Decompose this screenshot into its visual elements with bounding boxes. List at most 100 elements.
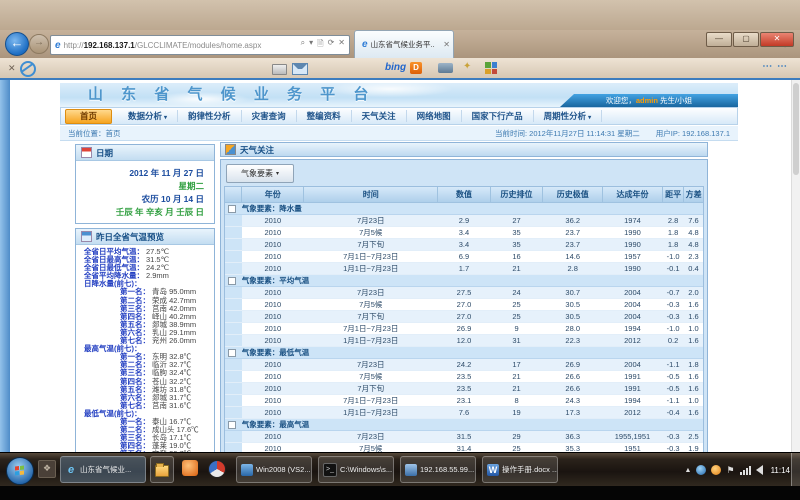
tray-clock[interactable]: 11:14: [771, 466, 790, 475]
table-cell: 0.2: [662, 335, 684, 347]
search-badge-icon[interactable]: D: [410, 62, 422, 74]
bing-logo[interactable]: bing: [385, 62, 406, 73]
row-indent-cell: [225, 215, 242, 227]
nav-item-7[interactable]: 网络地图: [407, 110, 462, 122]
pinned-media-icon[interactable]: [182, 460, 198, 476]
forward-button[interactable]: →: [29, 34, 49, 54]
nav-item-2[interactable]: 数据分析▾: [118, 110, 178, 122]
card-icon[interactable]: [272, 64, 287, 75]
table-row[interactable]: 20101月1日~7月23日1.7212.81990-0.10.4: [225, 263, 703, 275]
table-cell: 1994: [603, 323, 663, 335]
table-row[interactable]: 20101月1日~7月23日12.03122.320120.21.6: [225, 335, 703, 347]
nav-item-9[interactable]: 周期性分析▾: [534, 110, 603, 122]
table-row[interactable]: 20107月23日24.21726.92004-1.11.8: [225, 359, 703, 371]
taskbar-button-cmd[interactable]: >_C:\Windows\s...: [318, 456, 394, 483]
table-row[interactable]: 20107月5候3.43523.719901.84.8: [225, 227, 703, 239]
group-header-row[interactable]: 气象要素：最低气温: [225, 347, 703, 359]
back-button[interactable]: ←: [5, 32, 29, 56]
pinned-browser-icon[interactable]: [208, 460, 226, 478]
table-row[interactable]: 20101月1日~7月23日7.61917.32012-0.41.6: [225, 407, 703, 419]
browser-tab[interactable]: e 山东省气候业务平... ✕: [354, 30, 454, 58]
search-icon[interactable]: ⌕: [301, 38, 305, 52]
browser-navigation-bar: — ▢ ✕ ← → e http://192.168.137.1/GLCCLIM…: [0, 30, 800, 58]
checkbox[interactable]: [228, 205, 236, 213]
overflow-dots-icon[interactable]: ⋯ ⋯: [762, 61, 788, 72]
taskbar-button-win[interactable]: Win2008 (VS2...: [236, 456, 312, 483]
table-row[interactable]: 20107月1日~7月23日23.1824.31994-1.11.0: [225, 395, 703, 407]
browser-toolbar: ✕ bing D ✦ ⋯ ⋯: [0, 58, 800, 79]
taskbar-explorer-button[interactable]: [150, 456, 174, 483]
table-row[interactable]: 20107月23日31.52936.31955,1951-0.32.5: [225, 431, 703, 443]
table-cell: 27: [490, 215, 543, 227]
checkbox[interactable]: [228, 421, 236, 429]
nav-item-label: 天气关注: [362, 111, 396, 121]
nav-item-8[interactable]: 国家下行产品: [462, 110, 534, 122]
table-cell: 1.0: [684, 323, 703, 335]
network-globe-icon[interactable]: [696, 465, 706, 475]
group-checkbox-cell: [225, 203, 242, 215]
group-header-row[interactable]: 气象要素：降水量: [225, 203, 703, 215]
table-row[interactable]: 20107月下旬3.43523.719901.84.8: [225, 239, 703, 251]
address-bar[interactable]: e http://192.168.137.1/GLCCLIMATE/module…: [50, 35, 350, 55]
table-cell: 24.2: [438, 359, 491, 371]
table-cell: -0.5: [662, 371, 684, 383]
checkbox[interactable]: [228, 349, 236, 357]
table-cell: 2010: [242, 371, 304, 383]
table-row[interactable]: 20107月5候27.02530.52004-0.31.6: [225, 299, 703, 311]
pinned-app-icon[interactable]: ❖: [38, 460, 56, 478]
action-center-flag-icon[interactable]: ⚑: [726, 465, 734, 476]
mail-icon[interactable]: [292, 63, 308, 75]
camera-icon[interactable]: [438, 63, 453, 73]
addon-logo-icon[interactable]: [20, 61, 36, 77]
table-row[interactable]: 20107月下旬27.02530.52004-0.31.6: [225, 311, 703, 323]
taskbar-button-rdp[interactable]: 192.168.55.99...: [400, 456, 476, 483]
table-row[interactable]: 20107月5候31.42535.31951-0.31.9: [225, 443, 703, 453]
taskbar-button-word[interactable]: W操作手册.docx ...: [482, 456, 558, 483]
group-header-row[interactable]: 气象要素：最高气温: [225, 419, 703, 431]
table-cell: 24.3: [543, 395, 603, 407]
compatibility-icon[interactable]: 🗎: [317, 38, 323, 52]
table-cell: 2010: [242, 251, 304, 263]
group-checkbox-cell: [225, 347, 242, 359]
nav-item-4[interactable]: 灾害查询: [242, 110, 297, 122]
table-row[interactable]: 20107月1日~7月23日6.91614.61957-1.02.3: [225, 251, 703, 263]
group-header-row[interactable]: 气象要素：平均气温: [225, 275, 703, 287]
table-cell: 7月23日: [304, 431, 438, 443]
nav-item-3[interactable]: 韵律性分析: [178, 110, 242, 122]
close-button[interactable]: ✕: [760, 32, 794, 47]
element-selector-button[interactable]: 气象要素▾: [226, 164, 294, 183]
table-cell: 31.5: [438, 431, 491, 443]
table-row[interactable]: 20107月23日2.92736.219742.87.6: [225, 215, 703, 227]
table-row[interactable]: 20107月1日~7月23日26.9928.01994-1.01.0: [225, 323, 703, 335]
stop-icon[interactable]: ✕: [338, 38, 345, 52]
page-scrollbar[interactable]: [791, 80, 800, 452]
maximize-button[interactable]: ▢: [733, 32, 759, 47]
update-icon[interactable]: [711, 465, 721, 475]
speaker-icon[interactable]: [756, 465, 763, 475]
sparkle-icon[interactable]: ✦: [463, 61, 471, 72]
toolbar-close-icon[interactable]: ✕: [8, 63, 16, 74]
nav-item-5[interactable]: 整编资料: [297, 110, 352, 122]
nav-item-1[interactable]: 首页: [65, 109, 112, 124]
refresh-icon[interactable]: ⟳: [328, 38, 335, 52]
checkbox[interactable]: [228, 277, 236, 285]
word-icon: W: [487, 464, 499, 476]
chevron-down-icon[interactable]: ▾: [309, 38, 313, 52]
nav-item-6[interactable]: 天气关注: [352, 110, 407, 122]
table-row[interactable]: 20107月下旬23.52126.61991-0.51.6: [225, 383, 703, 395]
report-panel-header: 昨日全省气温预览: [76, 229, 214, 245]
row-indent-cell: [225, 395, 242, 407]
table-row[interactable]: 20107月5候23.52126.61991-0.51.6: [225, 371, 703, 383]
minimize-button[interactable]: —: [706, 32, 732, 47]
scrollbar-thumb[interactable]: [793, 83, 799, 175]
network-bars-icon[interactable]: [740, 466, 751, 475]
table-row[interactable]: 20107月23日27.52430.72004-0.72.0: [225, 287, 703, 299]
table-cell: 2010: [242, 299, 304, 311]
tray-expand-icon[interactable]: ▲: [685, 467, 692, 474]
apps-grid-icon[interactable]: [485, 62, 497, 74]
show-desktop-button[interactable]: [791, 453, 800, 487]
taskbar-ie-button[interactable]: e 山东省气候业...: [60, 456, 146, 483]
row-indent-cell: [225, 443, 242, 453]
tab-close-icon[interactable]: ✕: [443, 40, 450, 49]
start-button[interactable]: [6, 457, 34, 485]
